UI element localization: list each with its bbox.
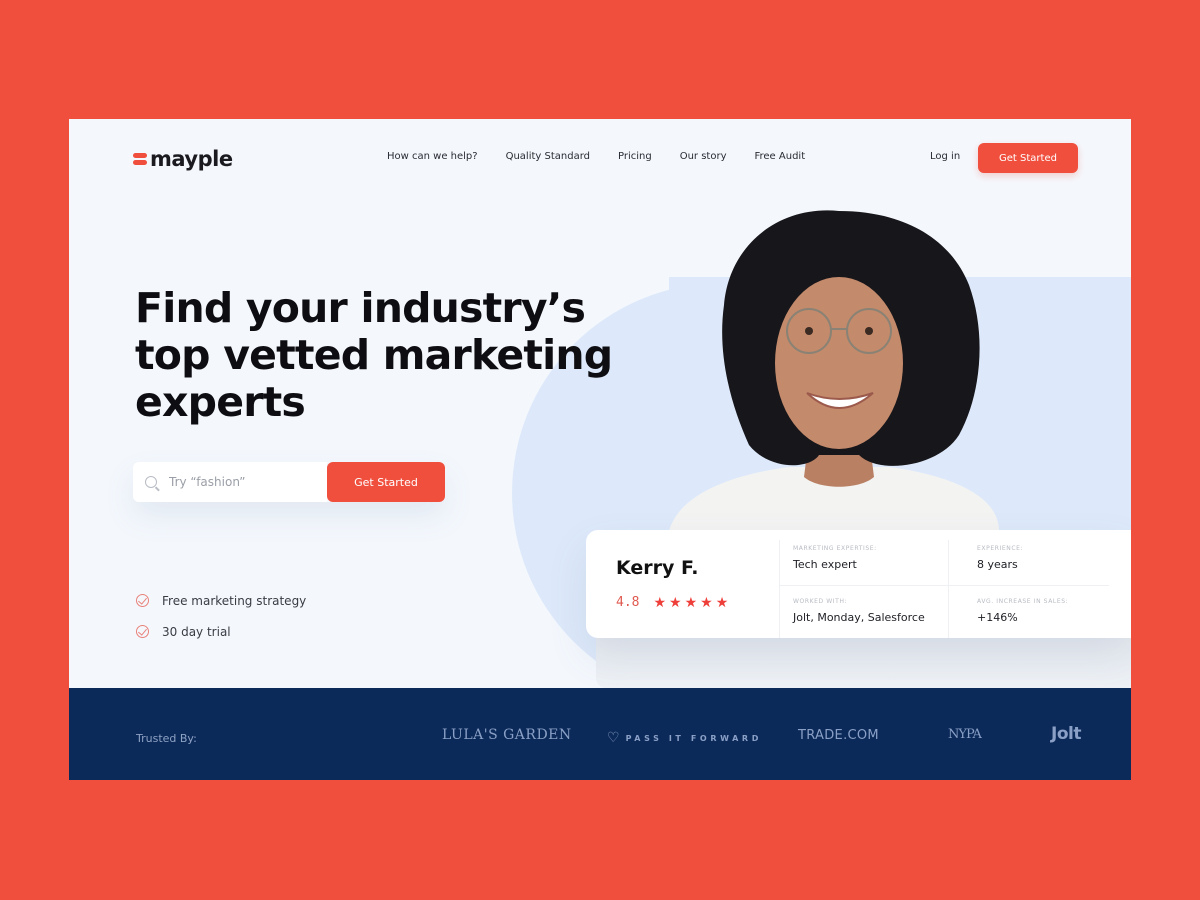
field-avg-increase: Avg. increase in sales: +146% bbox=[977, 598, 1068, 624]
landing-page: mayple How can we help? Quality Standard… bbox=[69, 119, 1131, 780]
nav-link-how-can-we-help[interactable]: How can we help? bbox=[387, 151, 478, 162]
field-worked-with: Worked with: Jolt, Monday, Salesforce bbox=[793, 598, 925, 624]
logo-lulas-garden: LULA'S GARDEN bbox=[442, 727, 572, 743]
field-label: Avg. increase in sales: bbox=[977, 598, 1069, 605]
star-icon: ★ bbox=[700, 594, 713, 611]
perk-label: 30 day trial bbox=[162, 624, 231, 639]
hero-get-started-button[interactable]: Get Started bbox=[327, 462, 445, 502]
field-value: 8 years bbox=[977, 558, 1018, 571]
star-icon: ★ bbox=[669, 594, 682, 611]
search-field[interactable] bbox=[133, 462, 327, 502]
hero-title: Find your industry’s top vetted marketin… bbox=[135, 284, 613, 426]
nav-link-quality-standard[interactable]: Quality Standard bbox=[506, 151, 590, 162]
perks-list: Free marketing strategy 30 day trial bbox=[136, 585, 306, 647]
trusted-by-label: Trusted By: bbox=[136, 732, 197, 745]
header-get-started-button[interactable]: Get Started bbox=[978, 143, 1078, 173]
rating-value: 4.8 bbox=[616, 595, 640, 610]
field-value: Jolt, Monday, Salesforce bbox=[793, 611, 925, 624]
nav-link-free-audit[interactable]: Free Audit bbox=[754, 151, 805, 162]
nav-link-pricing[interactable]: Pricing bbox=[618, 151, 652, 162]
check-circle-icon bbox=[136, 594, 149, 607]
card-divider bbox=[779, 540, 780, 638]
nav-link-our-story[interactable]: Our story bbox=[680, 151, 727, 162]
login-link[interactable]: Log in bbox=[930, 151, 960, 162]
logo[interactable]: mayple bbox=[133, 147, 233, 171]
field-value: +146% bbox=[977, 611, 1018, 624]
field-label: Experience: bbox=[977, 545, 1024, 552]
star-icon: ★ bbox=[653, 594, 667, 611]
star-icon: ★ bbox=[684, 594, 698, 611]
heart-icon: ♡ bbox=[607, 730, 620, 746]
field-value: Tech expert bbox=[793, 558, 857, 571]
logo-mark-icon bbox=[133, 152, 147, 166]
card-divider bbox=[948, 540, 949, 638]
expert-card[interactable]: Kerry F. 4.8 ★ ★ ★ ★ ★ Marketing experti… bbox=[586, 530, 1131, 638]
logo-pass-it-forward: ♡ PASS IT FORWARD bbox=[607, 730, 762, 746]
search-input[interactable] bbox=[169, 475, 309, 489]
card-stack-shadow bbox=[596, 634, 1131, 688]
expert-name: Kerry F. bbox=[616, 557, 699, 579]
perk-item: Free marketing strategy bbox=[136, 585, 306, 616]
logo-trade-com: TRADE.COM bbox=[798, 728, 879, 743]
perk-label: Free marketing strategy bbox=[162, 593, 307, 608]
search-icon bbox=[145, 476, 157, 488]
star-half-icon: ★ bbox=[715, 594, 729, 611]
main-nav: How can we help? Quality Standard Pricin… bbox=[387, 151, 833, 162]
field-marketing-expertise: Marketing expertise: Tech expert bbox=[793, 545, 877, 571]
logo-nypa: NYPA bbox=[948, 727, 982, 742]
expert-portrait bbox=[669, 210, 999, 531]
logo-text: mayple bbox=[150, 147, 233, 171]
logo-jolt: Jolt bbox=[1051, 724, 1081, 744]
search-bar: Get Started bbox=[133, 462, 445, 502]
expert-rating: 4.8 ★ ★ ★ ★ ★ bbox=[616, 595, 731, 610]
trusted-by-footer: Trusted By: LULA'S GARDEN ♡ PASS IT FORW… bbox=[69, 688, 1131, 780]
perk-item: 30 day trial bbox=[136, 616, 306, 647]
check-circle-icon bbox=[136, 625, 149, 638]
field-label: Marketing expertise: bbox=[793, 545, 877, 552]
card-divider bbox=[779, 585, 1109, 586]
logo-pass-it-forward-text: PASS IT FORWARD bbox=[625, 733, 762, 743]
field-label: Worked with: bbox=[793, 598, 848, 605]
field-experience: Experience: 8 years bbox=[977, 545, 1023, 571]
